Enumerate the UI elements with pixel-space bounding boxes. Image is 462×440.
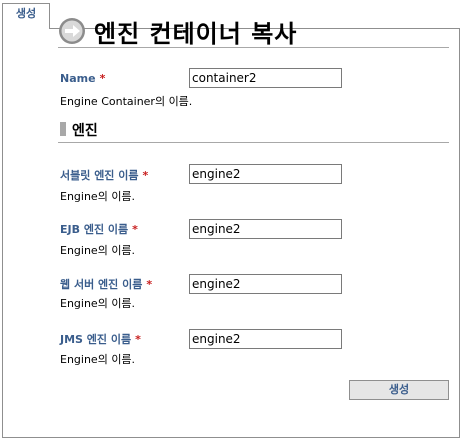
ejb-engine-label: EJB 엔진 이름 * xyxy=(60,221,138,237)
tab-create[interactable]: 생성 xyxy=(2,3,50,29)
servlet-engine-help: Engine의 이름. xyxy=(60,190,136,203)
create-button[interactable]: 생성 xyxy=(349,380,449,400)
jms-engine-help: Engine의 이름. xyxy=(60,353,136,366)
section-title: 엔진 xyxy=(72,123,98,139)
required-marker: * xyxy=(135,333,141,346)
container-name-help: Engine Container의 이름. xyxy=(60,95,193,108)
servlet-engine-label: 서블릿 엔진 이름 * xyxy=(60,167,148,183)
servlet-engine-label-text: 서블릿 엔진 이름 xyxy=(60,169,139,182)
required-marker: * xyxy=(99,72,106,85)
servlet-engine-input[interactable] xyxy=(189,164,342,184)
ejb-engine-input[interactable] xyxy=(189,219,342,239)
container-name-input[interactable] xyxy=(189,68,342,88)
jms-engine-label-text: JMS 엔진 이름 xyxy=(60,333,132,346)
tab-create-label: 생성 xyxy=(15,7,37,20)
container-name-label-text: Name xyxy=(60,72,96,85)
ejb-engine-label-text: EJB 엔진 이름 xyxy=(60,223,129,236)
required-marker: * xyxy=(146,278,153,291)
section-marker xyxy=(60,122,66,136)
section-divider xyxy=(58,142,449,143)
required-marker: * xyxy=(142,169,149,182)
required-marker: * xyxy=(132,223,138,236)
arrow-circle-icon xyxy=(59,18,85,44)
jms-engine-input[interactable] xyxy=(189,329,342,349)
web-server-engine-input[interactable] xyxy=(189,274,342,294)
page-title: 엔진 컨테이너 복사 xyxy=(94,20,298,48)
jms-engine-label: JMS 엔진 이름 * xyxy=(60,331,141,347)
container-name-label: Name * xyxy=(60,72,105,85)
web-server-engine-label-text: 웹 서버 엔진 이름 xyxy=(60,278,143,291)
web-server-engine-help: Engine의 이름. xyxy=(60,297,136,310)
web-server-engine-label: 웹 서버 엔진 이름 * xyxy=(60,276,152,292)
title-divider xyxy=(58,47,449,48)
ejb-engine-help: Engine의 이름. xyxy=(60,244,136,257)
